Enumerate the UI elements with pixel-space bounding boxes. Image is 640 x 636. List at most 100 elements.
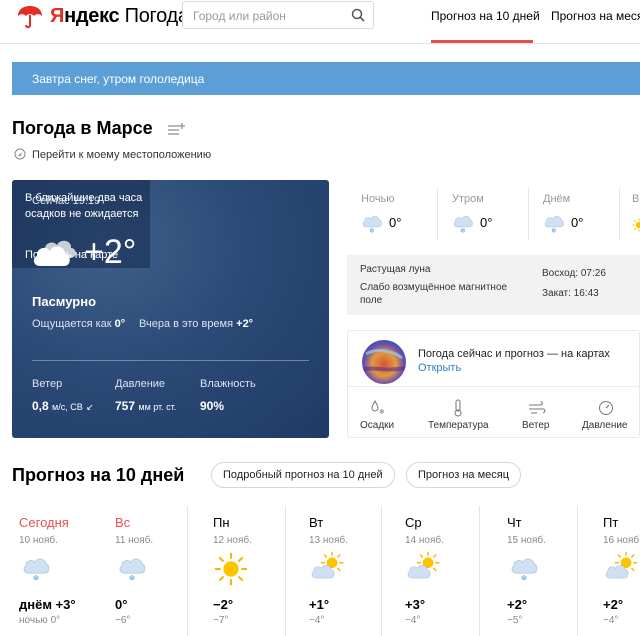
forecast-day-name[interactable]: Пт	[603, 515, 618, 530]
forecast-date: 16 нояб.	[603, 535, 640, 546]
svg-text:❄: ❄	[551, 227, 557, 233]
forecast-day-name[interactable]: Чт	[507, 515, 522, 530]
forecast-high-temp: +2°	[507, 597, 528, 612]
forecast-separator	[285, 506, 286, 636]
forecast-high-temp: −2°	[213, 597, 234, 612]
brand-service: Погода	[124, 5, 189, 27]
map-link-temperature[interactable]: Температура	[428, 420, 489, 431]
forecast-day-name[interactable]: Пн	[213, 515, 230, 530]
forecast-date: 15 нояб.	[507, 535, 546, 546]
svg-text:❄: ❄	[379, 408, 385, 415]
yesterday-label: Вчера в это время	[139, 318, 234, 330]
thermometer-icon[interactable]	[452, 399, 464, 417]
feels-like-label: Ощущается как	[32, 318, 112, 330]
card-divider	[32, 360, 309, 361]
snow-cloud-icon: ❄	[116, 552, 150, 582]
add-to-list-icon[interactable]	[167, 122, 187, 136]
wind-unit: м/с, СВ	[52, 402, 83, 412]
daypart-evening-label: В	[632, 193, 640, 205]
show-map-link[interactable]: Показать на карте	[25, 249, 118, 261]
weather-map-thumbnail[interactable]	[362, 340, 406, 384]
forecast-day-name[interactable]: Вс	[115, 515, 130, 530]
forecast-title: Прогноз на 10 дней	[12, 465, 185, 485]
nav-tab-month[interactable]: Прогноз на месяц	[551, 9, 640, 23]
current-weather-card: Сейчас 19:19 +2° Пасмурно Ощущается как …	[12, 180, 329, 438]
forecast-low-temp: ночью 0°	[19, 615, 61, 626]
pressure-value: 757 мм рт. ст.	[115, 399, 176, 413]
feels-like-value: 0°	[114, 318, 126, 330]
daypart-day-label: Днём	[543, 193, 571, 205]
yesterday-value: +2°	[236, 318, 254, 330]
alert-banner[interactable]: Завтра снег, утром гололедица	[12, 62, 640, 95]
daypart-night-label: Ночью	[361, 193, 395, 205]
detailed-forecast-button[interactable]: Подробный прогноз на 10 дней	[211, 462, 395, 488]
forecast-low-temp: −4°	[309, 615, 325, 626]
forecast-date: 13 нояб.	[309, 535, 348, 546]
wind-value: 0,8 м/с, СВ ↙	[32, 399, 94, 413]
forecast-low-temp: −6°	[115, 615, 131, 626]
my-location-link[interactable]: Перейти к моему местоположению	[32, 149, 211, 161]
forecast-date: 11 нояб.	[115, 535, 154, 546]
daypart-morning-temp: 0°	[480, 215, 493, 230]
wind-label: Ветер	[32, 378, 63, 390]
wind-direction-icon: ↙	[86, 402, 94, 412]
forecast-date: 14 нояб.	[405, 535, 444, 546]
forecast-high-temp: +2°	[603, 597, 624, 612]
svg-text:❄: ❄	[521, 574, 527, 582]
map-link-wind[interactable]: Ветер	[522, 420, 550, 431]
magnetic-field: Слабо возмущённое магнитное поле	[360, 282, 508, 306]
forecast-separator	[479, 506, 480, 636]
nav-tab-10-days[interactable]: Прогноз на 10 дней	[431, 9, 540, 23]
forecast-date: 10 нояб.	[19, 535, 58, 546]
daypart-separator	[528, 188, 529, 240]
map-link-precipitation[interactable]: Осадки	[360, 420, 394, 431]
svg-text:❄: ❄	[369, 227, 375, 233]
maps-card[interactable]: Погода сейчас и прогноз — на картах Откр…	[347, 330, 640, 438]
precipitation-icon[interactable]: ❄	[370, 399, 386, 415]
sun-cloud-icon	[632, 218, 640, 232]
forecast-high-temp: +3°	[405, 597, 426, 612]
daypart-night-temp: 0°	[389, 215, 402, 230]
astro-info: Растущая луна Слабо возмущённое магнитно…	[347, 255, 640, 315]
forecast-high-temp: 0°	[115, 597, 128, 612]
maps-separator	[348, 386, 640, 387]
forecast-date: 12 нояб.	[213, 535, 252, 546]
sunset-time: Закат: 16:43	[542, 288, 599, 299]
pressure-gauge-icon[interactable]	[598, 400, 614, 416]
current-condition: Пасмурно	[32, 294, 97, 309]
daypart-morning-label: Утром	[452, 193, 484, 205]
sun-cloud-icon	[406, 552, 440, 582]
forecast-high-temp: +1°	[309, 597, 330, 612]
wind-speed: 0,8	[32, 399, 49, 413]
yesterday-temp: Вчера в это время +2°	[139, 318, 253, 330]
brand-logo[interactable]: Яндекс Погода	[50, 5, 189, 28]
forecast-low-temp: −7°	[213, 615, 229, 626]
snow-cloud-icon: ❄	[452, 213, 474, 233]
forecast-separator	[187, 506, 188, 636]
location-icon[interactable]	[14, 148, 26, 160]
pressure-number: 757	[115, 399, 136, 413]
wind-icon[interactable]	[528, 401, 546, 415]
daypart-day-temp: 0°	[571, 215, 584, 230]
snow-cloud-icon: ❄	[361, 213, 383, 233]
feels-like: Ощущается как 0°	[32, 318, 125, 330]
map-link-pressure[interactable]: Давление	[582, 420, 627, 431]
forecast-separator	[381, 506, 382, 636]
daypart-separator	[619, 188, 620, 240]
forecast-day-name[interactable]: Ср	[405, 515, 422, 530]
search-box	[182, 1, 374, 29]
umbrella-logo-icon[interactable]	[16, 5, 44, 29]
search-icon[interactable]	[351, 8, 365, 22]
svg-text:❄: ❄	[33, 574, 39, 582]
maps-open-link[interactable]: Открыть	[418, 362, 461, 374]
search-input[interactable]	[193, 7, 343, 25]
page-title: Погода в Марсе	[12, 118, 153, 138]
forecast-day-name[interactable]: Сегодня	[19, 515, 69, 530]
forecast-day-name[interactable]: Вт	[309, 515, 323, 530]
month-forecast-button[interactable]: Прогноз на месяц	[406, 462, 522, 488]
brand-name: ндекс	[64, 5, 120, 27]
forecast-separator	[577, 506, 578, 636]
snow-cloud-icon: ❄	[543, 213, 565, 233]
pressure-label: Давление	[115, 378, 166, 390]
maps-title: Погода сейчас и прогноз — на картах	[418, 348, 610, 360]
